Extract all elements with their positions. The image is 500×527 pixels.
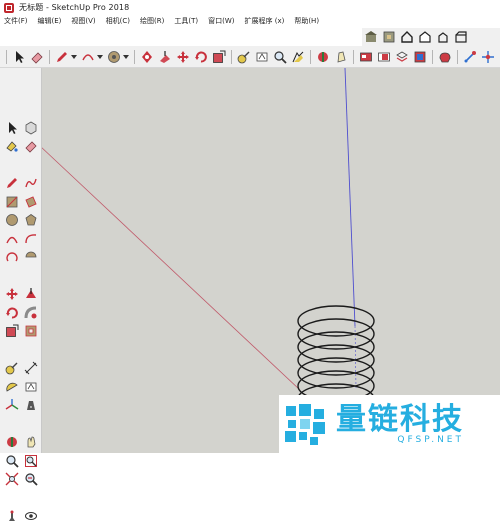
toolbar-separator [231,49,232,64]
chevron-down-icon[interactable] [123,50,129,64]
front-view-icon[interactable] [418,30,432,44]
offset-tool-icon[interactable] [23,324,38,339]
menu-camera[interactable]: 相机(C) [101,15,135,28]
tape-tool-icon[interactable] [4,361,19,376]
select-tool-icon[interactable] [4,120,19,135]
text-icon[interactable] [255,50,269,64]
extension-icon[interactable] [438,50,452,64]
watermark-logo-icon [285,404,325,445]
home-view-icon[interactable] [400,30,414,44]
scale-tool-icon[interactable] [4,324,19,339]
layers-icon[interactable] [395,50,409,64]
menu-window[interactable]: 窗口(W) [203,15,239,28]
geo-icon[interactable] [481,50,495,64]
rotate-tool-icon[interactable] [4,305,19,320]
push-pull-icon[interactable] [140,50,154,64]
toolbar-separator [134,49,135,64]
three-point-arc-icon[interactable] [4,250,19,265]
3d-text-icon[interactable] [23,398,38,413]
section-icon[interactable] [359,50,373,64]
select-icon[interactable] [12,50,26,64]
circle-tool-icon[interactable] [4,213,19,228]
look-around-icon[interactable] [23,509,38,524]
styles-icon[interactable] [377,50,391,64]
sketchup-app-icon [4,2,14,13]
top-view-icon[interactable] [436,30,450,44]
eraser-icon[interactable] [30,50,44,64]
menu-help[interactable]: 帮助(H) [289,15,324,28]
tape-measure-icon[interactable] [237,50,251,64]
add-location-icon[interactable] [463,50,477,64]
chevron-down-icon[interactable] [97,50,103,64]
menu-file[interactable]: 文件(F) [0,15,33,28]
rectangle-tool-icon[interactable] [4,194,19,209]
orbit-tool-icon[interactable] [4,435,19,450]
pan-tool-icon[interactable] [23,435,38,450]
watermark: 量链科技 QFSP.NET [279,395,500,453]
toolbar-separator [353,49,354,64]
toolbar-separator [457,49,458,64]
toolbar-separator [432,49,433,64]
zoom-extents-tool-icon[interactable] [4,472,19,487]
walk-icon[interactable] [334,50,348,64]
orbit-icon[interactable] [316,50,330,64]
menu-tools[interactable]: 工具(T) [169,15,203,28]
red-axis [42,147,301,391]
toolbar-separator [49,49,50,64]
move-icon[interactable] [158,50,172,64]
side-view-icon[interactable] [454,30,468,44]
previous-view-icon[interactable] [23,472,38,487]
zoom-window-icon[interactable] [23,453,38,468]
warehouse-icon[interactable] [364,30,378,44]
freehand-tool-icon[interactable] [23,176,38,191]
menu-bar: 文件(F) 编辑(E) 视图(V) 相机(C) 绘图(R) 工具(T) 窗口(W… [0,15,500,28]
two-point-arc-icon[interactable] [23,231,38,246]
pan-icon[interactable] [176,50,190,64]
blue-axis [344,68,356,327]
pencil-icon[interactable] [55,50,69,64]
menu-view[interactable]: 视图(V) [66,15,100,28]
position-camera-icon[interactable] [4,509,19,524]
make-component-icon[interactable] [23,120,38,135]
toolbar-separator [310,49,311,64]
line-tool-icon[interactable] [4,176,19,191]
polygon-tool-icon[interactable] [23,213,38,228]
rotate-icon[interactable] [194,50,208,64]
scale-icon[interactable] [212,50,226,64]
title-bar: 无标题 - SketchUp Pro 2018 [0,0,500,15]
zoom-tool-icon[interactable] [4,453,19,468]
main-toolbar [0,46,500,68]
pie-tool-icon[interactable] [23,250,38,265]
watermark-en-text: QFSP.NET [397,435,464,445]
views-toolbar [362,28,500,46]
window-title: 无标题 - SketchUp Pro 2018 [19,3,130,12]
zoom-extents-icon[interactable] [291,50,305,64]
push-pull-tool-icon[interactable] [23,287,38,302]
protractor-icon[interactable] [4,379,19,394]
menu-edit[interactable]: 编辑(E) [33,15,67,28]
arc-icon[interactable] [81,50,95,64]
move-tool-icon[interactable] [4,287,19,302]
component-icon[interactable] [382,30,396,44]
eraser-tool-icon[interactable] [23,139,38,154]
arc-tool-icon[interactable] [4,231,19,246]
chevron-down-icon[interactable] [71,50,77,64]
paint-tool-icon[interactable] [4,139,19,154]
dimension-tool-icon[interactable] [23,361,38,376]
zoom-icon[interactable] [273,50,287,64]
rotated-rect-icon[interactable] [23,194,38,209]
blue-axis-inner [354,325,357,389]
axes-tool-icon[interactable] [4,398,19,413]
menu-draw[interactable]: 绘图(R) [135,15,169,28]
menu-extensions[interactable]: 扩展程序 (x) [239,15,289,28]
paint-bucket-icon[interactable] [107,50,121,64]
watermark-cn-text: 量链科技 [336,402,464,437]
text-tool-icon[interactable] [23,379,38,394]
materials-icon[interactable] [413,50,427,64]
follow-me-icon[interactable] [23,305,38,320]
left-toolbar [0,68,42,521]
toolbar-separator [6,49,7,64]
